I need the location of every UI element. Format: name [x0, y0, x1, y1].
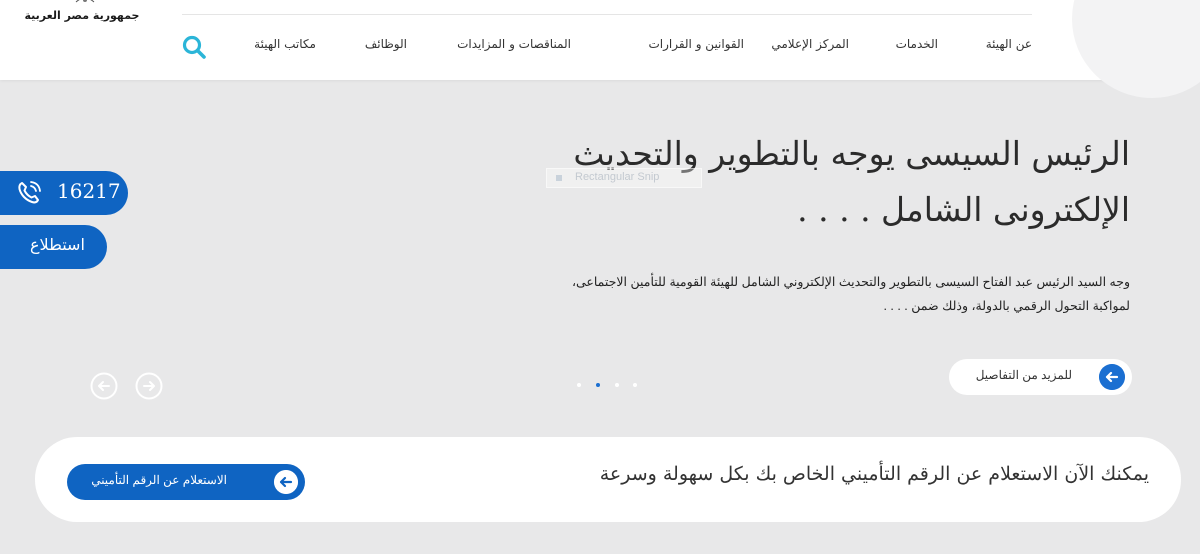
nav-item-services[interactable]: الخدمات [896, 37, 938, 51]
snip-overlay: Rectangular Snip [546, 168, 702, 188]
arrow-left-icon [1099, 364, 1125, 390]
insurance-inquiry-bar: يمكنك الآن الاستعلام عن الرقم التأميني ا… [35, 437, 1181, 522]
hero-description-line-2: لمواكبة التحول الرقمي بالدولة، وذلك ضمن … [883, 299, 1130, 313]
site-header: جمهورية مصر العربية عن الهيئة الخدمات ال… [0, 0, 1200, 98]
slider-dot[interactable] [577, 383, 581, 387]
hero-title-line-2: الإلكترونى الشامل . . . . [797, 190, 1130, 229]
logo-text: جمهورية مصر العربية [24, 9, 140, 22]
more-details-button[interactable]: للمزيد من التفاصيل [949, 359, 1132, 395]
nav-item-offices[interactable]: مكاتب الهيئة [254, 37, 316, 51]
nav-divider [182, 14, 1032, 15]
header-decoration [1072, 0, 1200, 98]
hero-description: وجه السيد الرئيس عبد الفتاح السيسى بالتط… [510, 270, 1130, 318]
nav-item-jobs[interactable]: الوظائف [365, 37, 407, 51]
poll-label: استطلاع [30, 235, 85, 254]
slider-prev-icon[interactable] [90, 372, 118, 400]
hero-description-line-1: وجه السيد الرئيس عبد الفتاح السيسى بالتط… [571, 275, 1130, 289]
eagle-emblem-icon [75, 0, 95, 3]
site-logo[interactable]: جمهورية مصر العربية [22, 0, 142, 30]
insurance-number-inquiry-button[interactable]: الاستعلام عن الرقم التأميني [67, 464, 305, 500]
hotline-number: 16217 [57, 179, 121, 203]
snip-label: Rectangular Snip [575, 171, 660, 183]
hotline-button[interactable]: 16217 [0, 171, 128, 215]
slider-next-icon[interactable] [135, 372, 163, 400]
slider-dots [577, 383, 641, 389]
slider-dot[interactable] [615, 383, 619, 387]
inquiry-text: يمكنك الآن الاستعلام عن الرقم التأميني ا… [599, 463, 1149, 485]
poll-button[interactable]: استطلاع [0, 225, 107, 269]
inquiry-button-label: الاستعلام عن الرقم التأميني [91, 473, 227, 487]
nav-item-media-center[interactable]: المركز الإعلامي [771, 37, 849, 51]
nav-item-tenders[interactable]: المناقصات و المزايدات [457, 37, 571, 51]
arrow-left-icon [274, 470, 298, 494]
phone-icon [18, 181, 41, 204]
slider-dot-active[interactable] [596, 383, 600, 387]
nav-item-laws[interactable]: القوانين و القرارات [648, 37, 744, 51]
search-icon[interactable] [181, 34, 207, 60]
more-details-label: للمزيد من التفاصيل [975, 368, 1072, 382]
nav-item-about[interactable]: عن الهيئة [986, 37, 1032, 51]
snip-square-icon [556, 175, 562, 181]
slider-dot[interactable] [633, 383, 637, 387]
